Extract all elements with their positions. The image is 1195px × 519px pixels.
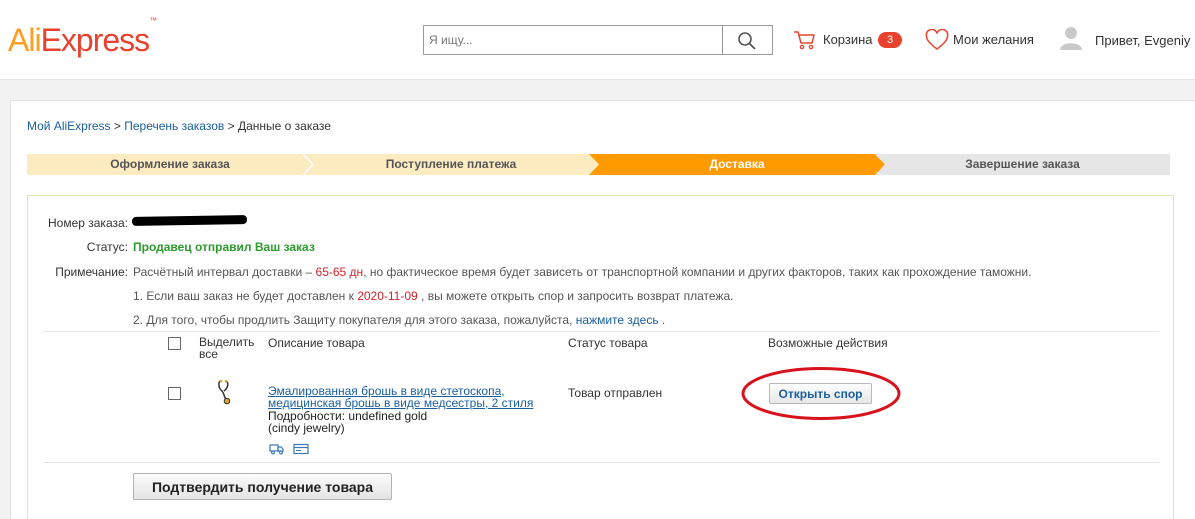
note-label: Примечание: <box>55 265 128 279</box>
truck-icon[interactable] <box>269 443 285 455</box>
search-input[interactable] <box>424 26 722 54</box>
product-status: Товар отправлен <box>568 386 663 400</box>
table-top-divider <box>44 331 1159 332</box>
col-item-status: Статус товара <box>568 336 648 350</box>
breadcrumb-current: Данные о заказе <box>237 119 331 133</box>
col-actions: Возможные действия <box>768 336 888 350</box>
breadcrumb-my-aliexpress[interactable]: Мой AliExpress <box>27 119 111 133</box>
user-greeting: Привет, Evgeniy <box>1095 33 1191 48</box>
product-thumbnail[interactable] <box>215 379 235 405</box>
avatar-icon <box>1060 27 1082 50</box>
wishlist-label: Мои желания <box>953 32 1034 47</box>
search-box <box>423 25 773 55</box>
order-number-label: Номер заказа: <box>47 216 128 230</box>
step-order-placed: Оформление заказа <box>27 154 313 175</box>
item-checkbox[interactable] <box>168 387 181 400</box>
extend-protection-link[interactable]: нажмите здесь <box>576 313 659 327</box>
col-select-all: Выделить все <box>199 335 255 361</box>
cart-count-badge: 3 <box>878 32 902 48</box>
order-info-box: Номер заказа: Статус: Продавец отправил … <box>27 195 1174 519</box>
product-title-link[interactable]: Эмалированная брошь в виде стетоскопа, ме… <box>268 385 553 409</box>
cart-icon <box>794 31 815 50</box>
cart-label: Корзина <box>823 32 873 47</box>
note-line-2: 1. Если ваш заказ не будет доставлен к 2… <box>133 289 734 303</box>
annotation-red-circle <box>741 367 901 420</box>
table-bottom-divider <box>44 462 1159 463</box>
breadcrumb-orders-list[interactable]: Перечень заказов <box>124 119 224 133</box>
order-details-panel: Мой AliExpress > Перечень заказов > Данн… <box>10 100 1195 519</box>
top-header: AliExpress™ Корзина 3 Мои желания При <box>0 0 1195 80</box>
order-progress: Оформление заказа Поступление платежа До… <box>27 154 1170 175</box>
step-payment-received: Поступление платежа <box>303 154 599 175</box>
card-icon[interactable] <box>293 443 309 455</box>
search-icon <box>738 32 756 50</box>
confirm-receipt-button[interactable]: Подтвердить получение товара <box>133 473 392 500</box>
step-delivery: Доставка <box>589 154 885 175</box>
heart-icon <box>925 29 949 50</box>
status-value: Продавец отправил Ваш заказ <box>133 240 315 254</box>
col-description: Описание товара <box>268 336 365 350</box>
aliexpress-logo[interactable]: AliExpress™ <box>8 16 157 59</box>
note-line-3: 2. Для того, чтобы продлить Защиту покуп… <box>133 313 666 327</box>
search-button[interactable] <box>722 26 772 54</box>
select-all-checkbox[interactable] <box>168 337 181 350</box>
step-completion: Завершение заказа <box>875 154 1170 175</box>
product-details: Подробности: undefined gold (cindy jewelr… <box>268 409 428 435</box>
status-label: Статус: <box>86 240 128 254</box>
breadcrumb: Мой AliExpress > Перечень заказов > Данн… <box>27 119 331 133</box>
note-line-1: Расчётный интервал доставки – 65-65 дн, … <box>133 265 1032 279</box>
order-number-redacted <box>131 214 248 227</box>
